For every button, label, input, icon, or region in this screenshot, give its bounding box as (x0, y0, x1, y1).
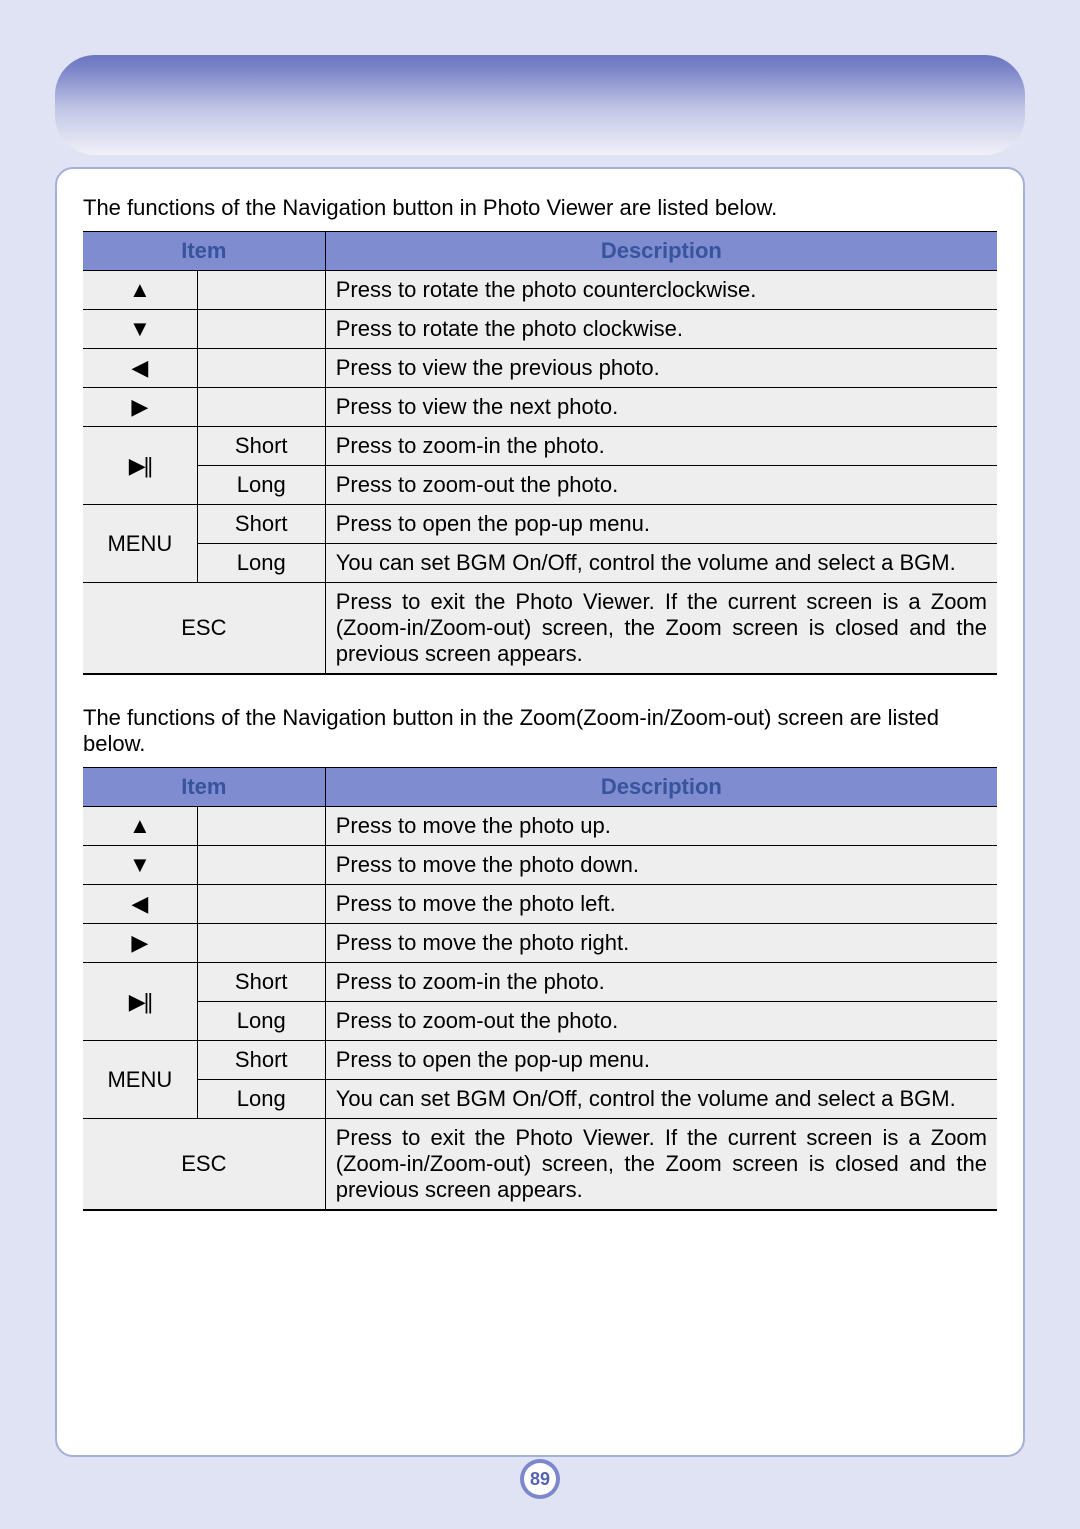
press-duration-cell (197, 310, 325, 349)
press-duration-cell: Long (197, 1080, 325, 1119)
description-cell: Press to zoom-out the photo. (325, 466, 997, 505)
esc-label: ESC (83, 1119, 325, 1211)
down-arrow-icon: ▼ (83, 846, 197, 885)
table-row: ▶||ShortPress to zoom-in the photo. (83, 427, 997, 466)
press-duration-cell (197, 271, 325, 310)
table-row: ▶ Press to move the photo right. (83, 924, 997, 963)
table-row: ▼ Press to move the photo down. (83, 846, 997, 885)
description-cell: You can set BGM On/Off, control the volu… (325, 1080, 997, 1119)
description-cell: You can set BGM On/Off, control the volu… (325, 544, 997, 583)
table-row: ▼ Press to rotate the photo clockwise. (83, 310, 997, 349)
press-duration-cell (197, 807, 325, 846)
press-duration-cell: Long (197, 544, 325, 583)
description-cell: Press to view the next photo. (325, 388, 997, 427)
column-header-description: Description (325, 232, 997, 271)
right-arrow-icon: ▶ (83, 924, 197, 963)
table-row: MENUShortPress to open the pop-up menu. (83, 1041, 997, 1080)
play-pause-icon: ▶|| (83, 427, 197, 505)
right-arrow-icon: ▶ (83, 388, 197, 427)
page-number-value: 89 (524, 1463, 556, 1495)
table-row: LongPress to zoom-out the photo. (83, 466, 997, 505)
table-row: ESCPress to exit the Photo Viewer. If th… (83, 583, 997, 675)
table-row: LongYou can set BGM On/Off, control the … (83, 1080, 997, 1119)
menu-label: MENU (83, 505, 197, 583)
press-duration-cell (197, 349, 325, 388)
press-duration-cell: Short (197, 963, 325, 1002)
description-cell: Press to move the photo left. (325, 885, 997, 924)
down-arrow-icon: ▼ (83, 310, 197, 349)
table-row: LongPress to zoom-out the photo. (83, 1002, 997, 1041)
left-arrow-icon: ◀ (83, 885, 197, 924)
table-row: LongYou can set BGM On/Off, control the … (83, 544, 997, 583)
description-cell: Press to zoom-in the photo. (325, 963, 997, 1002)
esc-label: ESC (83, 583, 325, 675)
description-cell: Press to view the previous photo. (325, 349, 997, 388)
page-root: The functions of the Navigation button i… (0, 0, 1080, 1529)
left-arrow-icon: ◀ (83, 349, 197, 388)
up-arrow-icon: ▲ (83, 807, 197, 846)
table-row: ▶ Press to view the next photo. (83, 388, 997, 427)
table-intro: The functions of the Navigation button i… (83, 195, 997, 221)
content-frame: The functions of the Navigation button i… (55, 167, 1025, 1457)
description-cell: Press to exit the Photo Viewer. If the c… (325, 1119, 997, 1211)
column-header-description: Description (325, 768, 997, 807)
description-cell: Press to move the photo right. (325, 924, 997, 963)
description-cell: Press to move the photo down. (325, 846, 997, 885)
table-row: MENUShortPress to open the pop-up menu. (83, 505, 997, 544)
function-table: ItemDescription ▲ Press to move the photo … (83, 767, 997, 1211)
press-duration-cell: Long (197, 466, 325, 505)
press-duration-cell (197, 388, 325, 427)
table-row: ▶||ShortPress to zoom-in the photo. (83, 963, 997, 1002)
table-spacer (83, 675, 997, 705)
table-row: ◀ Press to view the previous photo. (83, 349, 997, 388)
table-row: ▲ Press to rotate the photo counterclockw… (83, 271, 997, 310)
column-header-item: Item (83, 232, 325, 271)
menu-label: MENU (83, 1041, 197, 1119)
function-table: ItemDescription ▲ Press to rotate the phot… (83, 231, 997, 675)
description-cell: Press to move the photo up. (325, 807, 997, 846)
table-intro: The functions of the Navigation button i… (83, 705, 997, 757)
play-pause-icon: ▶|| (83, 963, 197, 1041)
press-duration-cell: Long (197, 1002, 325, 1041)
table-row: ▲ Press to move the photo up. (83, 807, 997, 846)
description-cell: Press to exit the Photo Viewer. If the c… (325, 583, 997, 675)
description-cell: Press to zoom-out the photo. (325, 1002, 997, 1041)
press-duration-cell (197, 846, 325, 885)
press-duration-cell (197, 885, 325, 924)
description-cell: Press to rotate the photo clockwise. (325, 310, 997, 349)
table-row: ESCPress to exit the Photo Viewer. If th… (83, 1119, 997, 1211)
table-row: ◀ Press to move the photo left. (83, 885, 997, 924)
description-cell: Press to zoom-in the photo. (325, 427, 997, 466)
description-cell: Press to open the pop-up menu. (325, 505, 997, 544)
top-banner (55, 55, 1025, 155)
column-header-item: Item (83, 768, 325, 807)
description-cell: Press to rotate the photo counterclockwi… (325, 271, 997, 310)
up-arrow-icon: ▲ (83, 271, 197, 310)
press-duration-cell: Short (197, 505, 325, 544)
page-number-badge: 89 (520, 1459, 560, 1499)
press-duration-cell: Short (197, 1041, 325, 1080)
description-cell: Press to open the pop-up menu. (325, 1041, 997, 1080)
tables-host: The functions of the Navigation button i… (83, 195, 997, 1211)
press-duration-cell: Short (197, 427, 325, 466)
press-duration-cell (197, 924, 325, 963)
